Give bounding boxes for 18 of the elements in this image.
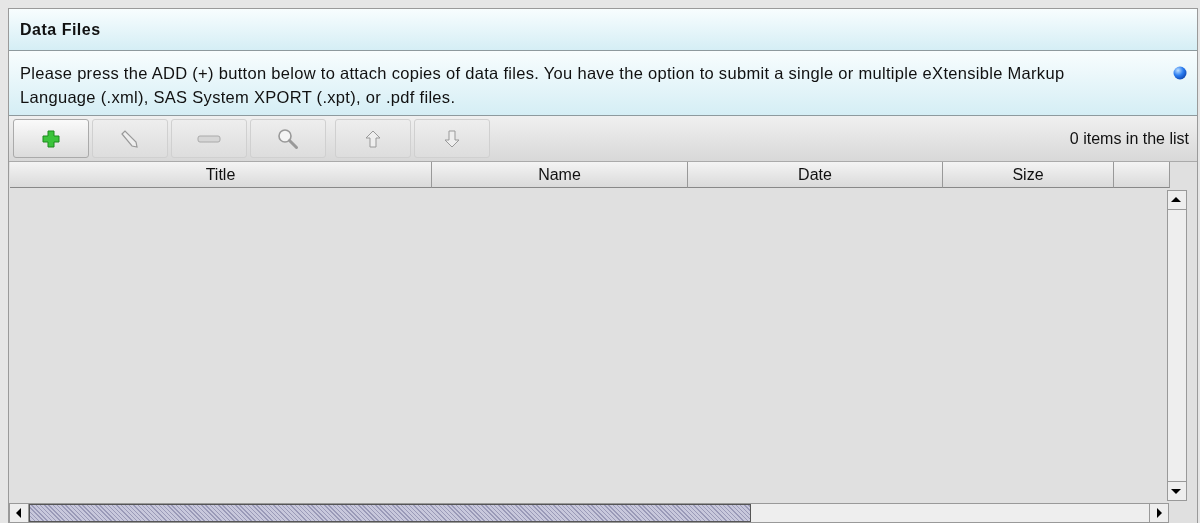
scroll-thumb[interactable] bbox=[29, 504, 751, 522]
plus-icon bbox=[42, 129, 60, 148]
vertical-scrollbar[interactable] bbox=[1167, 190, 1187, 501]
column-header[interactable]: Size bbox=[943, 162, 1114, 188]
description-text: Please press the ADD (+) button below to attach copies of data files. You have the option to submit a single or multiple eXtensible Markup Language (.xml), SAS System XPORT (.xpt), or .pdf files. bbox=[20, 63, 1066, 108]
magnifier-icon bbox=[277, 127, 299, 150]
item-count: 0 items in the list bbox=[1069, 129, 1189, 148]
status-dot-icon bbox=[1173, 66, 1187, 80]
pencil-icon bbox=[120, 129, 140, 148]
horizontal-scrollbar[interactable] bbox=[9, 503, 1169, 523]
column-header[interactable]: Name bbox=[432, 162, 688, 188]
panel-title: Data Files bbox=[20, 20, 101, 39]
column-header[interactable]: Date bbox=[688, 162, 943, 188]
up-arrow-icon bbox=[365, 129, 381, 148]
down-arrow-icon bbox=[444, 129, 460, 148]
column-header[interactable]: Title bbox=[10, 162, 432, 188]
add-button[interactable] bbox=[13, 119, 89, 158]
minus-icon bbox=[197, 133, 221, 144]
